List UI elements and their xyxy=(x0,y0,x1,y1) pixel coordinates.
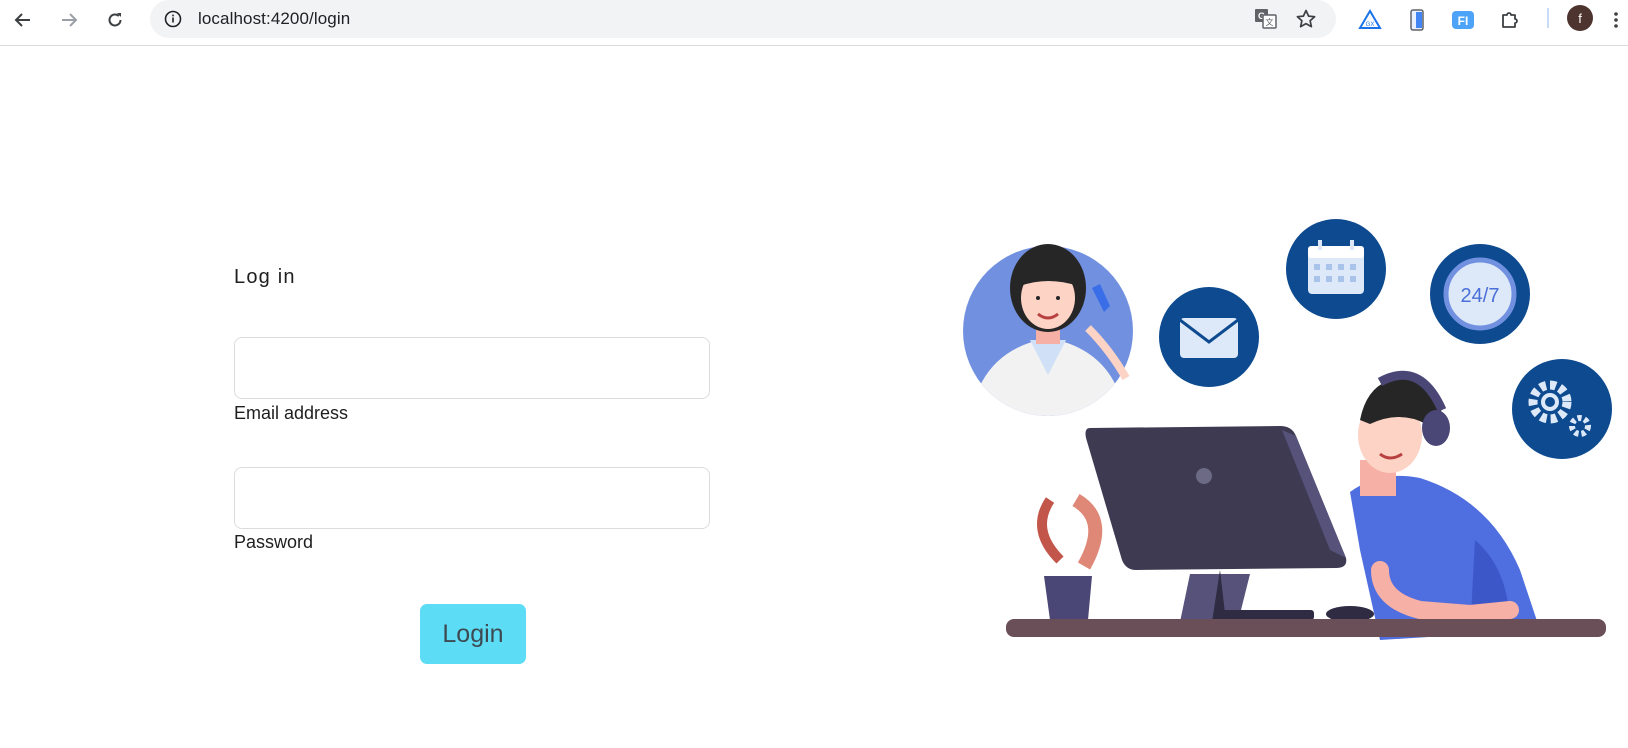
arrow-left-icon xyxy=(14,13,30,27)
translate-button[interactable]: G 文 xyxy=(1250,3,1282,35)
password-input[interactable] xyxy=(234,467,710,529)
svg-text:GX: GX xyxy=(1366,22,1375,28)
support-agent-illustration: 24/7 xyxy=(963,219,1612,640)
translate-icon: G 文 xyxy=(1255,9,1277,29)
clock-label: 24/7 xyxy=(1461,285,1500,307)
email-label: Email address xyxy=(234,403,349,423)
gears-icon xyxy=(1512,359,1612,459)
drive-triangle-icon: GX xyxy=(1358,9,1382,29)
profile-avatar[interactable]: f xyxy=(1567,5,1593,31)
email-input[interactable] xyxy=(234,337,710,399)
form-title: Log in xyxy=(234,266,296,288)
site-info-button[interactable] xyxy=(160,6,186,32)
reload-icon xyxy=(108,13,122,27)
password-label: Password xyxy=(234,532,314,552)
browser-menu-button[interactable] xyxy=(1606,4,1626,36)
extension-phone[interactable] xyxy=(1401,4,1433,36)
star-icon xyxy=(1296,9,1316,28)
kebab-menu-icon xyxy=(1614,12,1618,28)
woman-on-phone-icon xyxy=(963,244,1133,416)
svg-text:文: 文 xyxy=(1266,17,1274,27)
svg-text:FI: FI xyxy=(1458,14,1469,28)
address-bar[interactable]: localhost:4200/login G 文 xyxy=(150,0,1336,38)
reload-button[interactable] xyxy=(98,3,132,37)
calendar-icon xyxy=(1286,219,1386,319)
clock-24-7-icon: 24/7 xyxy=(1430,244,1530,344)
toolbar-divider xyxy=(1547,8,1549,28)
info-icon xyxy=(164,10,182,28)
phone-extension-icon xyxy=(1410,9,1424,31)
url-text: localhost:4200/login xyxy=(198,9,351,28)
puzzle-icon xyxy=(1502,12,1518,28)
envelope-icon xyxy=(1159,287,1259,387)
browser-toolbar: localhost:4200/login G 文 GX FI f xyxy=(0,0,1628,46)
login-button[interactable]: Login xyxy=(420,604,526,664)
extensions-button[interactable] xyxy=(1494,4,1526,36)
extension-drive[interactable]: GX xyxy=(1354,4,1386,36)
fi-extension-icon: FI xyxy=(1452,11,1474,29)
arrow-right-icon xyxy=(62,13,78,27)
forward-button[interactable] xyxy=(52,3,86,37)
extension-fi[interactable]: FI xyxy=(1447,4,1479,36)
back-button[interactable] xyxy=(6,3,40,37)
bookmark-button[interactable] xyxy=(1290,3,1322,35)
